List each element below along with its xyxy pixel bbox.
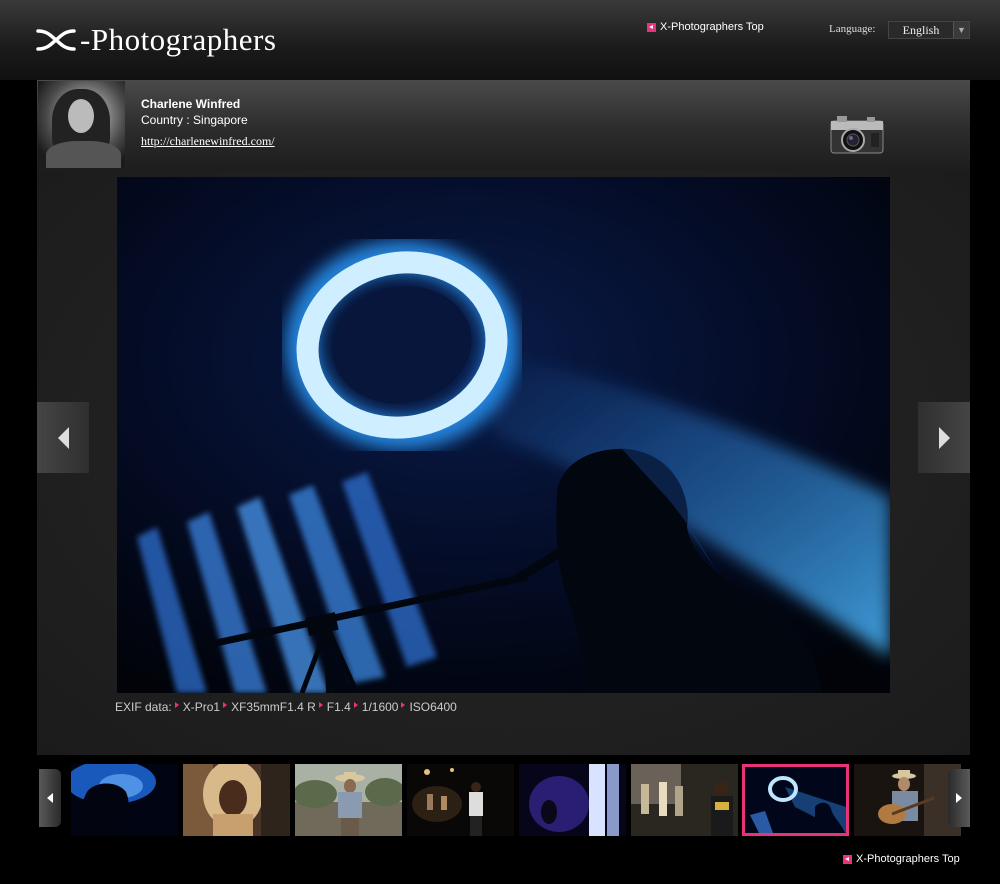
camera-icon <box>830 116 884 154</box>
arrow-left-icon <box>47 793 53 803</box>
thumbnails-prev-button[interactable] <box>39 769 61 827</box>
exif-aperture: F1.4 <box>326 700 351 714</box>
site-header: -Photographers X-Photographers Top Langu… <box>0 0 1000 80</box>
language-value: English <box>902 22 940 37</box>
chevron-down-icon: ▼ <box>953 22 969 38</box>
footer-x-photographers-top-link[interactable]: X-Photographers Top <box>843 853 960 865</box>
thumb-night-street[interactable] <box>407 764 514 836</box>
thumbnails-next-button[interactable] <box>948 769 970 827</box>
language-select[interactable]: English ▼ <box>888 21 970 39</box>
photographer-name: Charlene Winfred <box>141 97 241 111</box>
thumb-cowboy[interactable] <box>295 764 402 836</box>
logo-text: -Photographers <box>80 22 277 57</box>
exif-shutter: 1/1600 <box>361 700 399 714</box>
x-photographers-top-link[interactable]: X-Photographers Top <box>647 21 764 33</box>
thumb-woman-braids[interactable] <box>183 764 290 836</box>
arrow-right-icon <box>938 426 950 449</box>
pink-triangle-icon <box>401 702 406 708</box>
footer-top-link-label: X-Photographers Top <box>856 853 960 865</box>
photographer-info-bar: Charlene Winfred Country : Singapore htt… <box>37 80 970 170</box>
thumb-guitarist[interactable] <box>854 764 961 836</box>
pink-arrow-icon <box>647 22 656 32</box>
thumb-street-crowd[interactable] <box>631 764 738 836</box>
photo-viewer: EXIF data: X-Pro1 XF35mmF1.4 R F1.4 1/16… <box>37 170 970 755</box>
exif-iso: ISO6400 <box>409 700 457 714</box>
exif-data: EXIF data: X-Pro1 XF35mmF1.4 R F1.4 1/16… <box>115 700 457 714</box>
arrow-left-icon <box>57 426 69 449</box>
exif-label: EXIF data: <box>115 700 172 714</box>
previous-photo-button[interactable] <box>37 402 89 473</box>
thumb-purple-light[interactable] <box>519 764 626 836</box>
main-photo <box>117 177 890 693</box>
thumbnail-strip <box>37 755 970 837</box>
pink-triangle-icon <box>353 702 358 708</box>
thumb-blue-silhouette[interactable] <box>71 764 178 836</box>
x-photographers-logo[interactable]: -Photographers <box>36 20 276 60</box>
pink-triangle-icon <box>318 702 323 708</box>
pink-triangle-icon <box>223 702 228 708</box>
language-label: Language: <box>829 23 876 35</box>
arrow-right-icon <box>956 793 962 803</box>
exif-camera: X-Pro1 <box>182 700 221 714</box>
x-logo-icon <box>36 29 76 51</box>
top-link-label: X-Photographers Top <box>660 21 764 33</box>
next-photo-button[interactable] <box>918 402 970 473</box>
pink-arrow-icon <box>843 854 852 864</box>
pink-triangle-icon <box>174 702 179 708</box>
photographer-website-link[interactable]: http://charlenewinfred.com/ <box>141 134 275 149</box>
exif-lens: XF35mmF1.4 R <box>231 700 316 714</box>
photographer-avatar <box>38 81 125 168</box>
thumb-blue-ring-singer[interactable] <box>742 764 849 836</box>
photographer-country: Country : Singapore <box>141 113 248 127</box>
